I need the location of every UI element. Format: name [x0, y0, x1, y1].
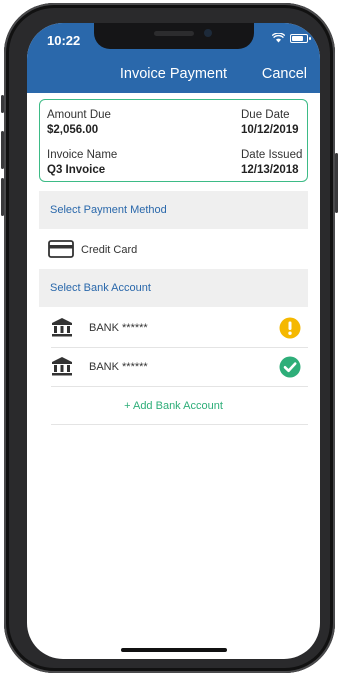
date-issued-value: 12/13/2018: [241, 164, 299, 176]
add-bank-account-button[interactable]: + Add Bank Account: [39, 400, 308, 412]
warning-icon: [279, 317, 301, 339]
front-camera: [204, 29, 212, 37]
bank-account-header: Select Bank Account: [39, 269, 308, 307]
notch: [94, 23, 254, 49]
due-date-value: 10/12/2019: [241, 124, 299, 136]
bank-account-header-label: Select Bank Account: [50, 282, 151, 294]
status-bar: 10:22: [27, 23, 320, 61]
bank-icon: [52, 357, 72, 376]
navigation-bar: Invoice Payment Cancel: [27, 61, 320, 93]
due-date-label: Due Date: [241, 109, 290, 121]
wifi-icon: [272, 33, 285, 43]
bank-account-label: BANK ******: [89, 361, 148, 373]
phone-frame: 10:22 Invoice Payment Cancel Amount Due …: [1, 3, 338, 673]
bank-account-row[interactable]: BANK ******: [39, 348, 308, 386]
bank-account-row[interactable]: BANK ******: [39, 309, 308, 347]
invoice-name-label: Invoice Name: [47, 149, 118, 161]
volume-down-button: [1, 178, 4, 216]
amount-due-label: Amount Due: [47, 109, 111, 121]
invoice-summary-card: Amount Due $2,056.00 Due Date 10/12/2019…: [39, 99, 308, 182]
home-indicator: [121, 648, 227, 652]
amount-due-value: $2,056.00: [47, 124, 99, 136]
payment-method-header: Select Payment Method: [39, 191, 308, 229]
status-time: 10:22: [47, 33, 81, 48]
volume-up-button: [1, 131, 4, 169]
credit-card-option[interactable]: Credit Card: [39, 229, 308, 269]
power-button: [335, 153, 338, 213]
bank-icon: [52, 318, 72, 337]
invoice-name-value: Q3 Invoice: [47, 164, 106, 176]
date-issued-label: Date Issued: [241, 149, 303, 161]
mute-switch: [1, 95, 4, 113]
battery-icon: [290, 34, 311, 43]
bank-account-label: BANK ******: [89, 322, 148, 334]
row-divider: [51, 424, 308, 425]
credit-card-label: Credit Card: [81, 244, 138, 256]
speaker: [154, 31, 194, 36]
check-icon: [279, 356, 301, 378]
screen: 10:22 Invoice Payment Cancel Amount Due …: [27, 23, 320, 659]
credit-card-icon: [48, 240, 74, 258]
add-bank-account-row: + Add Bank Account: [39, 387, 308, 425]
payment-method-header-label: Select Payment Method: [50, 204, 167, 216]
cancel-button[interactable]: Cancel: [262, 66, 307, 82]
